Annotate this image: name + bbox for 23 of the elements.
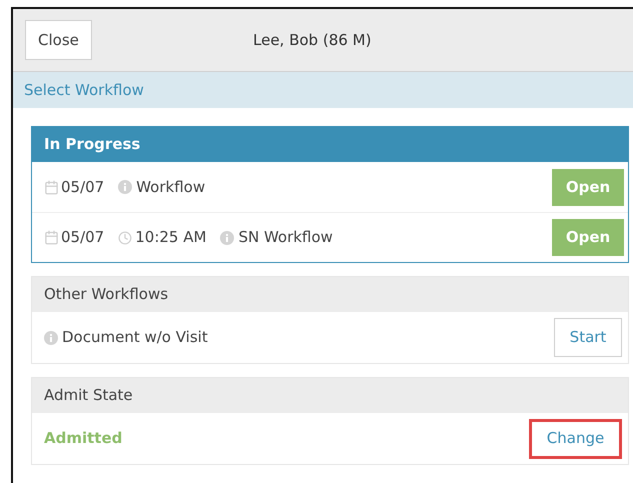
section-title: Select Workflow <box>24 80 144 101</box>
close-button[interactable]: Close <box>25 20 92 60</box>
patient-name: Lee, Bob (86 M) <box>253 30 372 51</box>
workflow-name: SN Workflow <box>238 227 333 248</box>
calendar-icon <box>44 230 59 245</box>
date-text: 05/07 <box>61 227 104 248</box>
open-button[interactable]: Open <box>552 168 624 206</box>
card-title: Other Workflows <box>44 284 168 306</box>
workflow-name: Document w/o Visit <box>62 327 208 348</box>
workflow-name: Workflow <box>136 176 206 198</box>
date-text: 05/07 <box>61 176 104 198</box>
info-icon <box>118 180 132 194</box>
start-button[interactable]: Start <box>554 318 622 357</box>
status-text: Admitted <box>44 428 122 450</box>
calendar-icon <box>44 180 59 194</box>
card-title: In Progress <box>44 134 140 156</box>
info-icon <box>220 230 234 244</box>
time-text: 10:25 AM <box>135 227 206 248</box>
change-button[interactable]: Change <box>529 418 622 458</box>
card-title: Admit State <box>44 385 133 406</box>
open-button[interactable]: Open <box>552 219 624 256</box>
clock-icon <box>118 230 132 244</box>
info-icon <box>44 330 58 344</box>
